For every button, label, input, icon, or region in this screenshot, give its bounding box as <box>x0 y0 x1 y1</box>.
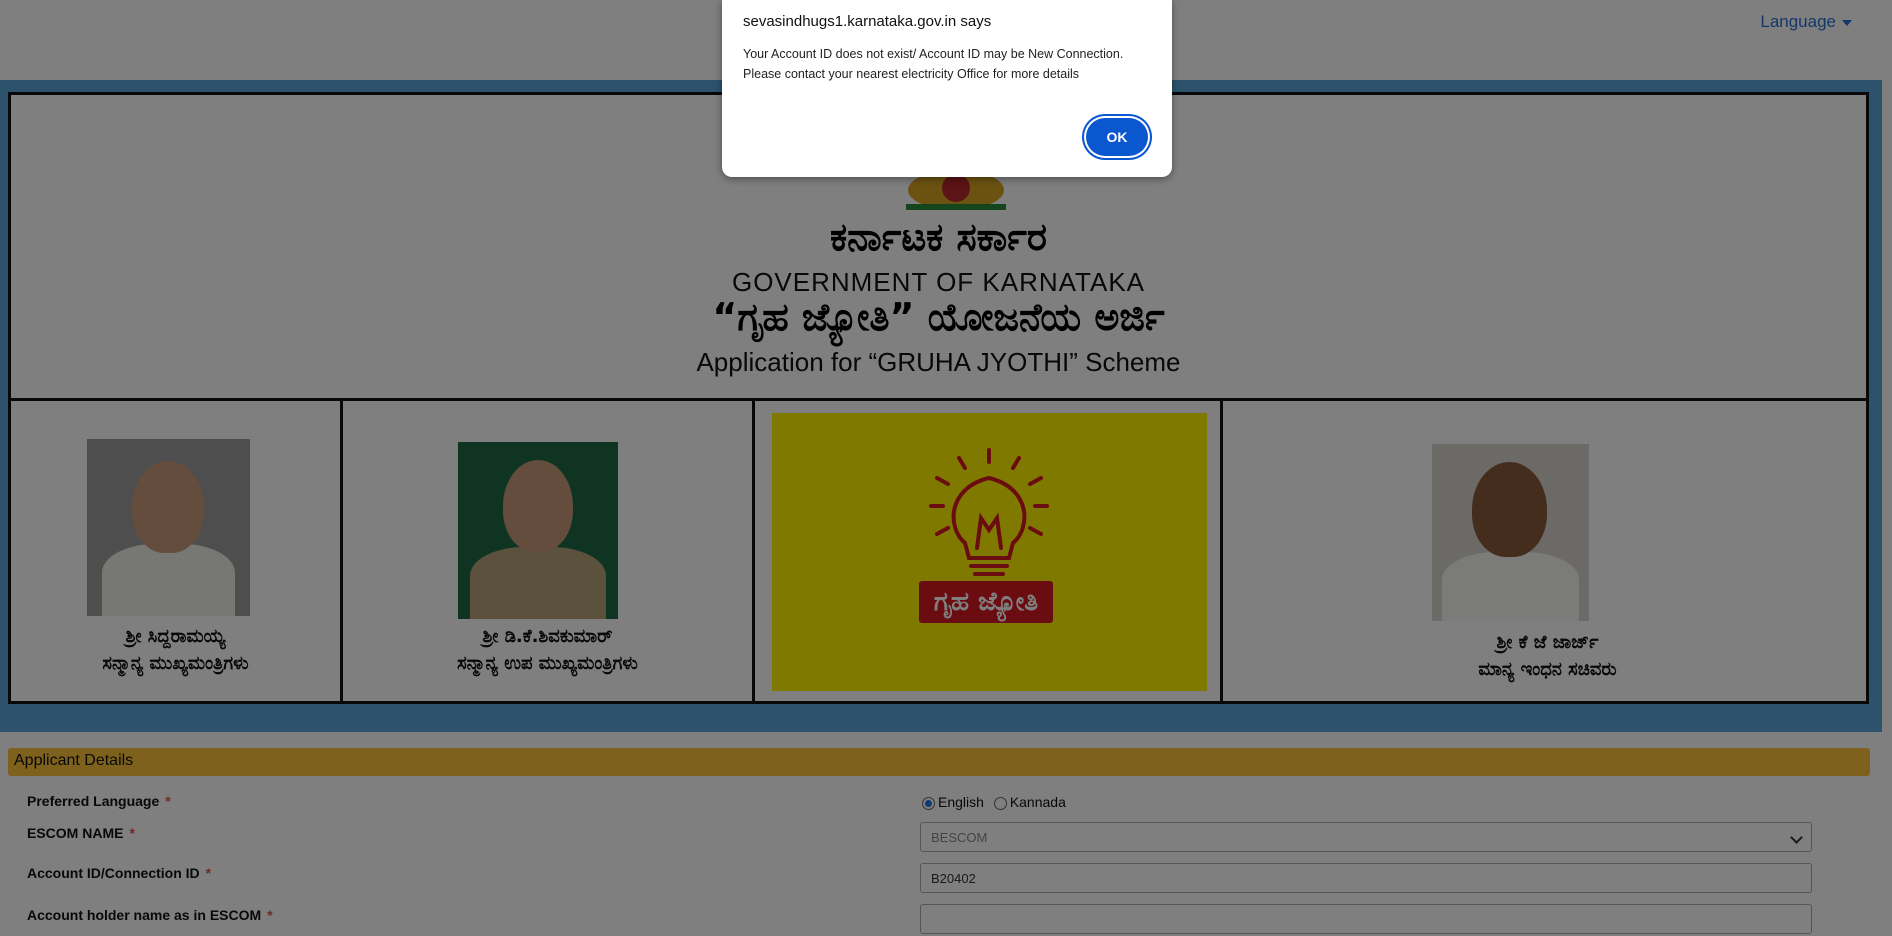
dialog-message-line-1: Your Account ID does not exist/ Account … <box>743 47 1124 61</box>
dialog-message-line-2: Please contact your nearest electricity … <box>743 67 1080 81</box>
dialog-title: sevasindhugs1.karnataka.gov.in says <box>743 13 992 30</box>
page: Language ಕರ್ನಾಟಕ ಸರ್ಕಾರ GOVERNMENT OF KA… <box>0 0 1892 936</box>
ok-button[interactable]: OK <box>1086 118 1148 156</box>
alert-dialog: sevasindhugs1.karnataka.gov.in says Your… <box>722 0 1172 177</box>
dialog-message: Your Account ID does not exist/ Account … <box>743 44 1163 84</box>
